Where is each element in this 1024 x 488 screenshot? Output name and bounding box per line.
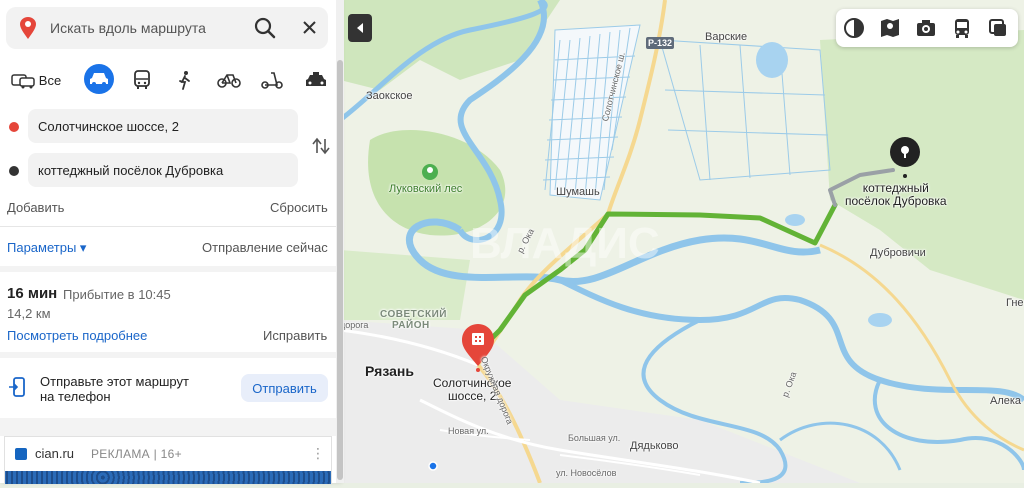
route-panel: Искать вдоль маршрута Все Солотчинское ш… <box>0 0 340 484</box>
walking-icon <box>179 71 190 90</box>
swap-points-button[interactable] <box>311 137 331 155</box>
destination-label-line2: посёлок Дубровка <box>845 194 947 208</box>
layers-icon <box>989 19 1006 36</box>
cian-logo-icon <box>15 448 27 460</box>
place-label-gne: Гне <box>1006 297 1024 309</box>
bus-icon <box>955 19 969 38</box>
mode-bus-button[interactable] <box>130 64 154 96</box>
ad-banner[interactable]: cian.ru РЕКЛАМА | 16+ ⋮ <box>4 436 332 484</box>
layer-more-button[interactable] <box>986 17 1010 39</box>
location-pin-icon <box>20 17 36 39</box>
layer-scheme-button[interactable] <box>842 17 866 39</box>
close-button[interactable] <box>296 15 324 41</box>
camera-icon <box>917 20 935 36</box>
fix-link[interactable]: Исправить <box>263 328 327 343</box>
ad-site: cian.ru <box>35 446 75 461</box>
place-label-varskie: Варские <box>705 31 748 43</box>
section-gap <box>0 418 336 436</box>
mode-walk-button[interactable] <box>174 64 196 96</box>
chevron-left-icon <box>357 23 363 33</box>
place-label-shumash: Шумашь <box>556 186 600 198</box>
search-input[interactable]: Искать вдоль маршрута <box>50 20 206 36</box>
divider <box>0 226 336 227</box>
location-dot <box>428 461 438 471</box>
taxi-icon <box>306 72 326 86</box>
district-label-line2: РАЙОН <box>392 320 430 331</box>
swap-arrows-icon <box>312 137 330 155</box>
search-bar: Искать вдоль маршрута <box>6 7 328 49</box>
mode-bike-button[interactable] <box>216 64 242 96</box>
section-gap <box>0 266 336 272</box>
end-point-dot <box>9 166 19 176</box>
road-label-doroga: дорога <box>340 320 369 330</box>
destination-label: коттеджный посёлок Дубровка <box>845 182 947 208</box>
street-label-novaya: Новая ул. <box>448 426 489 436</box>
city-label-ryazan: Рязань <box>365 363 414 379</box>
search-icon <box>254 17 276 39</box>
scooter-icon <box>261 72 283 89</box>
watermark-text: ВЛАДИС <box>470 219 660 268</box>
ad-image <box>5 471 331 484</box>
place-label-lukovsky: Луковский лес <box>389 183 463 195</box>
district-label-line1: СОВЕТСКИЙ <box>380 309 447 320</box>
parameters-dropdown[interactable]: Параметры ▾ <box>7 240 86 256</box>
place-label-aleka: Алека <box>990 395 1022 407</box>
route-distance: 14,2 км <box>7 306 51 321</box>
phone-send-icon <box>9 377 25 397</box>
panel-scrollbar[interactable] <box>336 0 344 483</box>
layer-panorama-button[interactable] <box>878 17 902 39</box>
layer-photo-button[interactable] <box>914 17 938 39</box>
add-point-link[interactable]: Добавить <box>7 200 64 215</box>
mode-taxi-button[interactable] <box>304 64 328 96</box>
reset-link[interactable]: Сбросить <box>270 200 328 215</box>
bicycle-icon <box>217 74 241 88</box>
mode-car-button[interactable] <box>84 64 114 94</box>
details-link[interactable]: Посмотреть подробнее <box>7 328 147 343</box>
layer-transport-button[interactable] <box>950 17 974 39</box>
road-label-r132: Р-132 <box>648 38 673 48</box>
globe-icon <box>844 18 864 38</box>
route-from-field[interactable]: Солотчинское шоссе, 2 <box>28 109 298 143</box>
send-button[interactable]: Отправить <box>241 374 328 402</box>
street-label-novoselov: ул. Новосёлов <box>556 468 617 478</box>
search-button[interactable] <box>252 15 280 41</box>
collapse-panel-button[interactable] <box>348 14 372 42</box>
scrollbar-thumb[interactable] <box>337 60 343 480</box>
place-label-dyadkovo: Дядьково <box>630 440 679 452</box>
departure-time-selector[interactable]: Отправление сейчас <box>202 240 328 255</box>
start-point-dot <box>9 122 19 132</box>
map-layers-toolbar <box>836 9 1018 47</box>
place-label-dubrovichi: Дубровичи <box>870 247 926 259</box>
send-to-phone-text: Отправьте этот маршрут на телефон <box>40 374 189 404</box>
street-label-bolshaya: Большая ул. <box>568 433 621 443</box>
mode-scooter-button[interactable] <box>260 64 284 96</box>
bus-icon <box>134 70 150 89</box>
transport-modes: Все <box>6 64 332 98</box>
route-duration: 16 мин <box>7 285 58 302</box>
forest-poi-icon <box>422 164 438 180</box>
route-to-field[interactable]: коттеджный посёлок Дубровка <box>28 153 298 187</box>
car-icon <box>90 73 108 86</box>
section-gap <box>0 352 336 358</box>
map-book-icon <box>881 19 899 37</box>
mode-all-label: Все <box>38 72 62 88</box>
car-bus-icon <box>11 74 35 89</box>
ad-label: РЕКЛАМА | 16+ <box>91 447 182 461</box>
route-arrival: Прибытие в 10:45 <box>63 287 171 302</box>
ad-more-icon[interactable]: ⋮ <box>311 445 325 462</box>
place-label-zaokskoe: Заокское <box>366 90 413 102</box>
close-icon <box>303 21 316 34</box>
mode-all-button[interactable]: Все <box>6 64 66 96</box>
send-text-line2: на телефон <box>40 389 111 404</box>
send-text-line1: Отправьте этот маршрут <box>40 374 189 389</box>
